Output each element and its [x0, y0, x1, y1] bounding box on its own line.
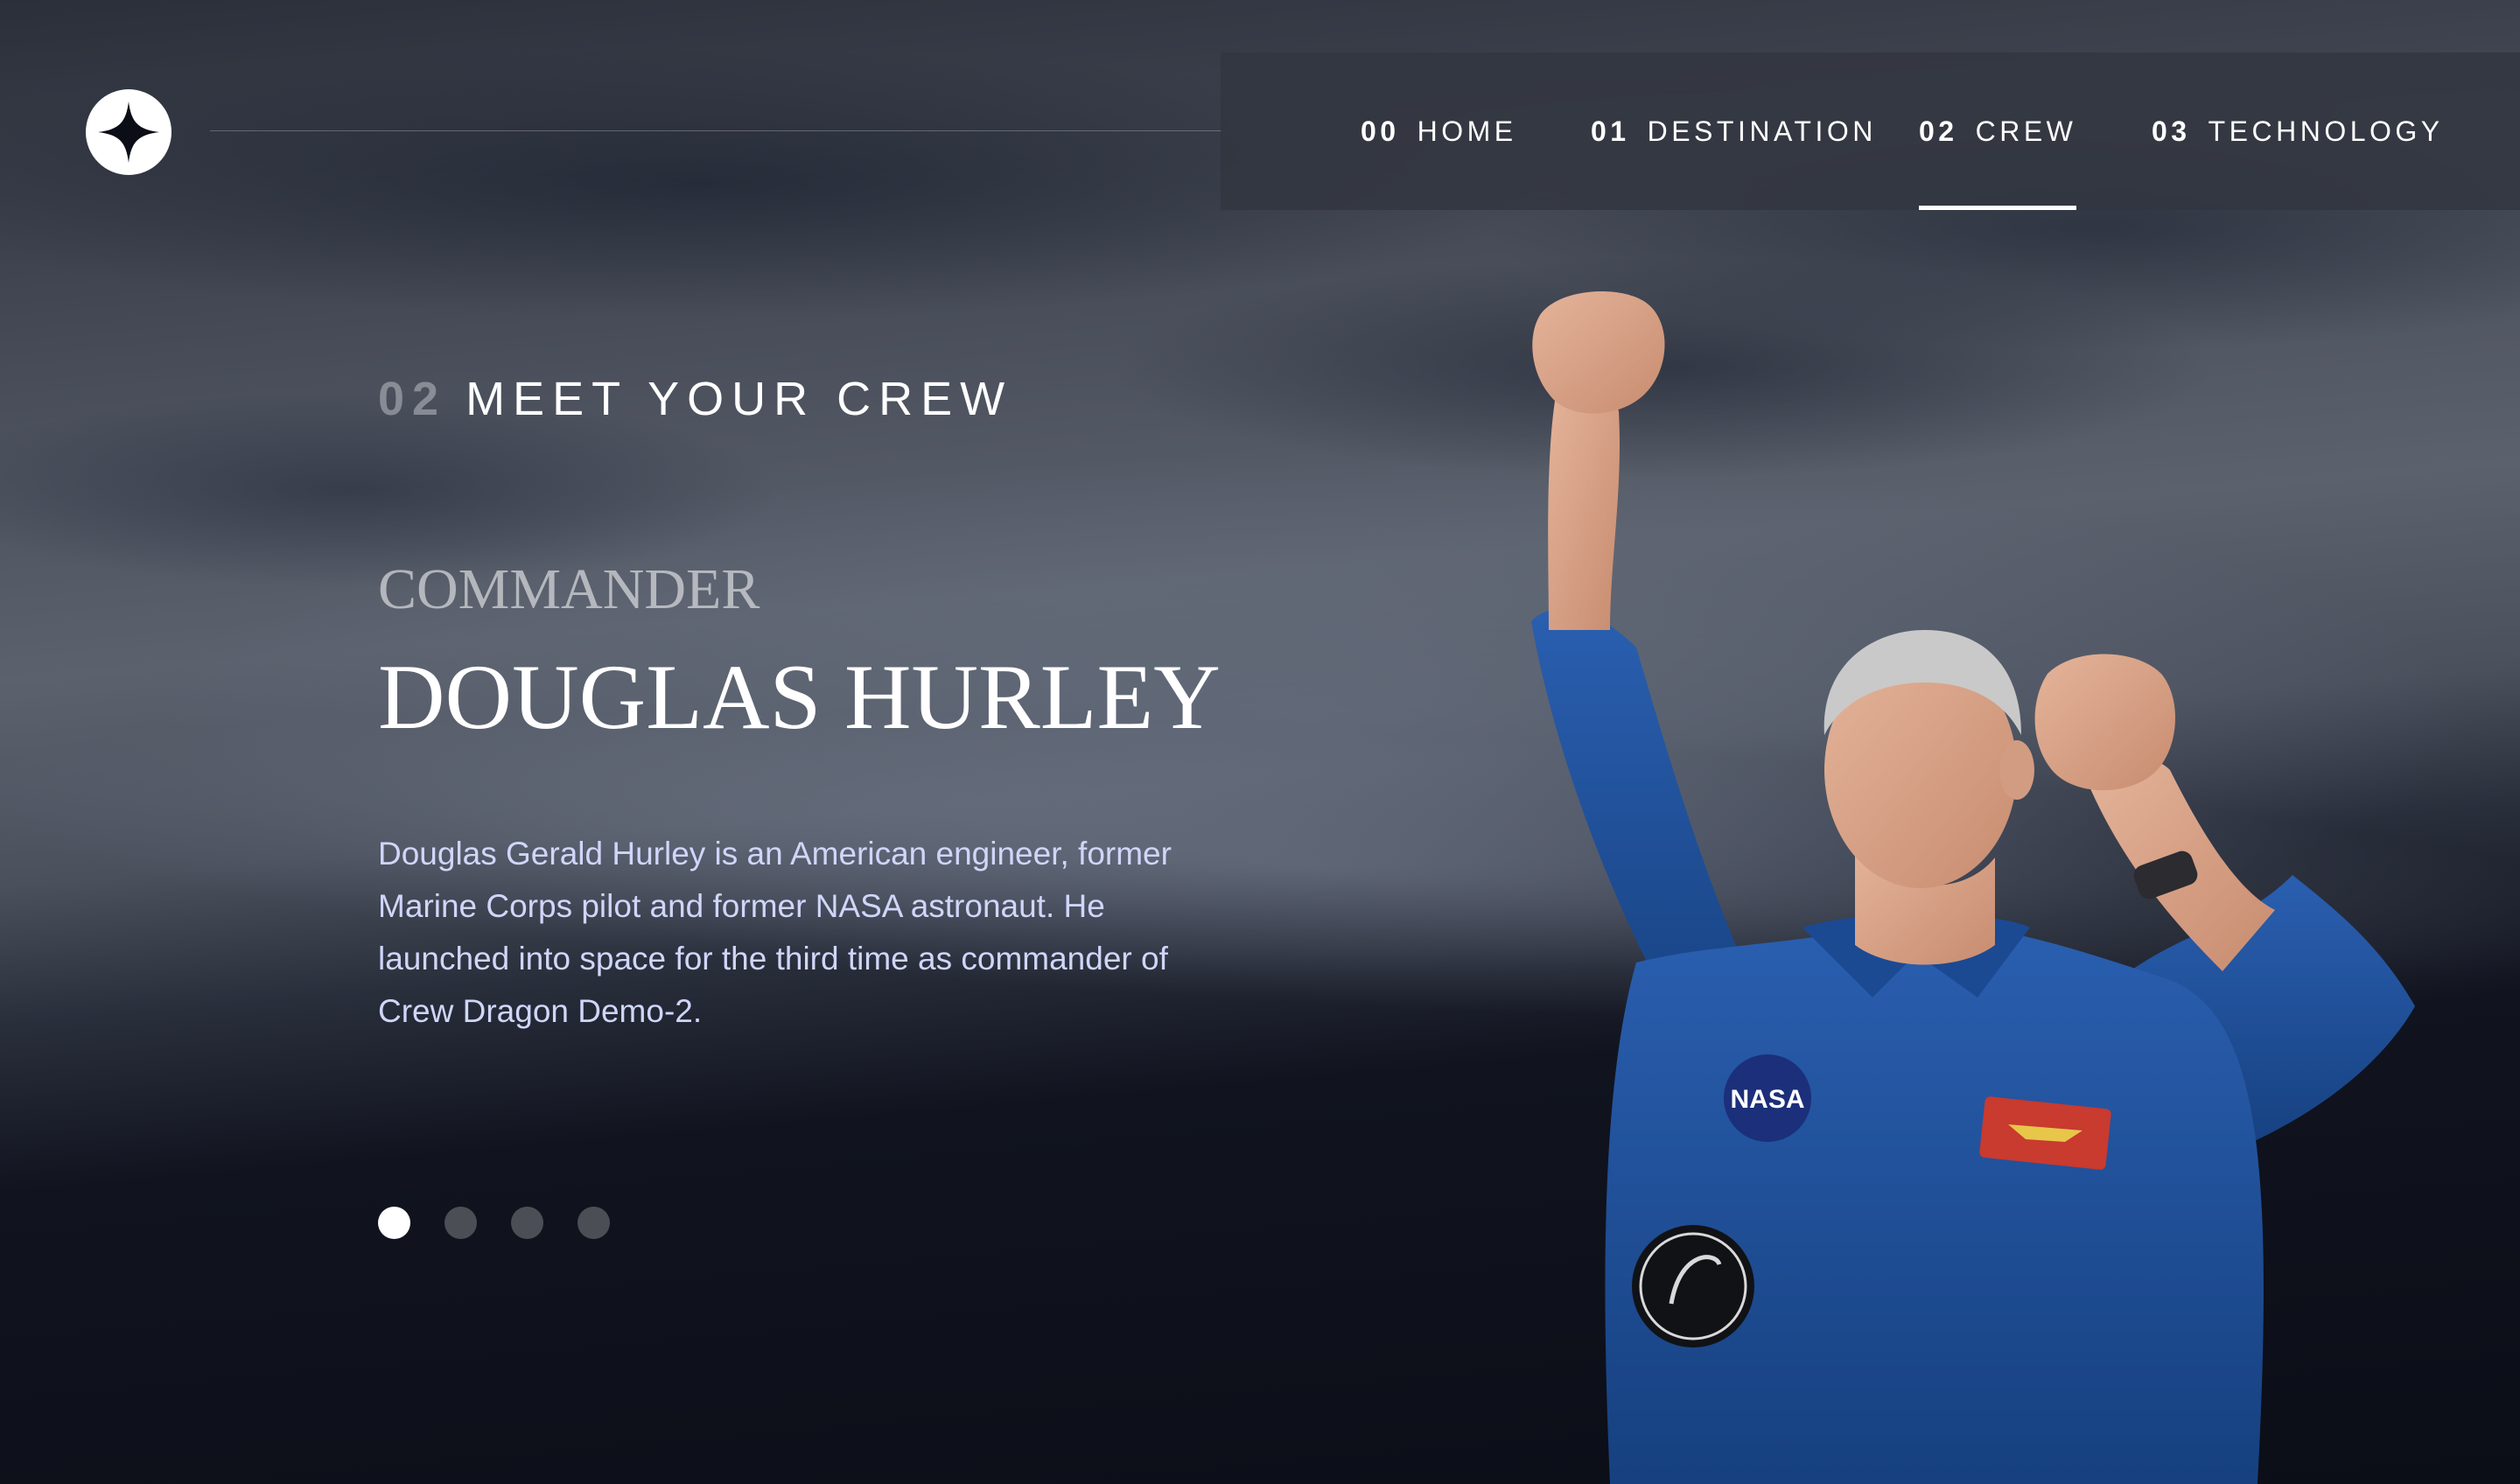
nav-item-number: 03	[2152, 115, 2191, 147]
nav-item-label: CREW	[1975, 115, 2077, 147]
nav-item-number: 02	[1919, 115, 1958, 147]
nav-item-number: 00	[1361, 115, 1400, 147]
four-point-star-icon	[86, 89, 172, 175]
carousel-dot-3[interactable]	[511, 1207, 543, 1239]
nav-item-label: DESTINATION	[1647, 115, 1877, 147]
nav-item-label: HOME	[1417, 115, 1517, 147]
main-nav: 00 HOME 01 DESTINATION 02 CREW 03 TECHNO…	[1221, 52, 2520, 210]
crew-name: DOUGLAS HURLEY	[378, 646, 1221, 748]
crew-bio: Douglas Gerald Hurley is an American eng…	[378, 836, 1172, 1029]
svg-text:NASA: NASA	[1730, 1085, 1804, 1114]
carousel-dot-1[interactable]	[378, 1207, 410, 1239]
page-heading-text: MEET YOUR CREW	[466, 373, 1013, 425]
nav-item-technology[interactable]: 03 TECHNOLOGY	[2152, 52, 2444, 210]
nav-item-label: TECHNOLOGY	[2208, 115, 2444, 147]
carousel-dot-4[interactable]	[578, 1207, 610, 1239]
page-heading: 02 MEET YOUR CREW	[378, 372, 1012, 426]
crew-role: COMMANDER	[378, 557, 760, 621]
page-heading-number: 02	[378, 373, 447, 425]
crew-carousel-dots	[378, 1207, 610, 1239]
nav-active-indicator	[1919, 206, 2077, 210]
nav-item-destination[interactable]: 01 DESTINATION	[1591, 52, 1877, 210]
nav-item-crew[interactable]: 02 CREW	[1919, 52, 2077, 210]
nav-item-number: 01	[1591, 115, 1630, 147]
nav-item-home[interactable]: 00 HOME	[1361, 52, 1517, 210]
carousel-dot-2[interactable]	[444, 1207, 477, 1239]
header-divider-line	[210, 130, 1223, 131]
crew-page: 00 HOME 01 DESTINATION 02 CREW 03 TECHNO…	[0, 0, 2520, 1484]
astronaut-portrait: NASA	[1531, 291, 2415, 1484]
logo-star-icon[interactable]	[86, 89, 172, 175]
